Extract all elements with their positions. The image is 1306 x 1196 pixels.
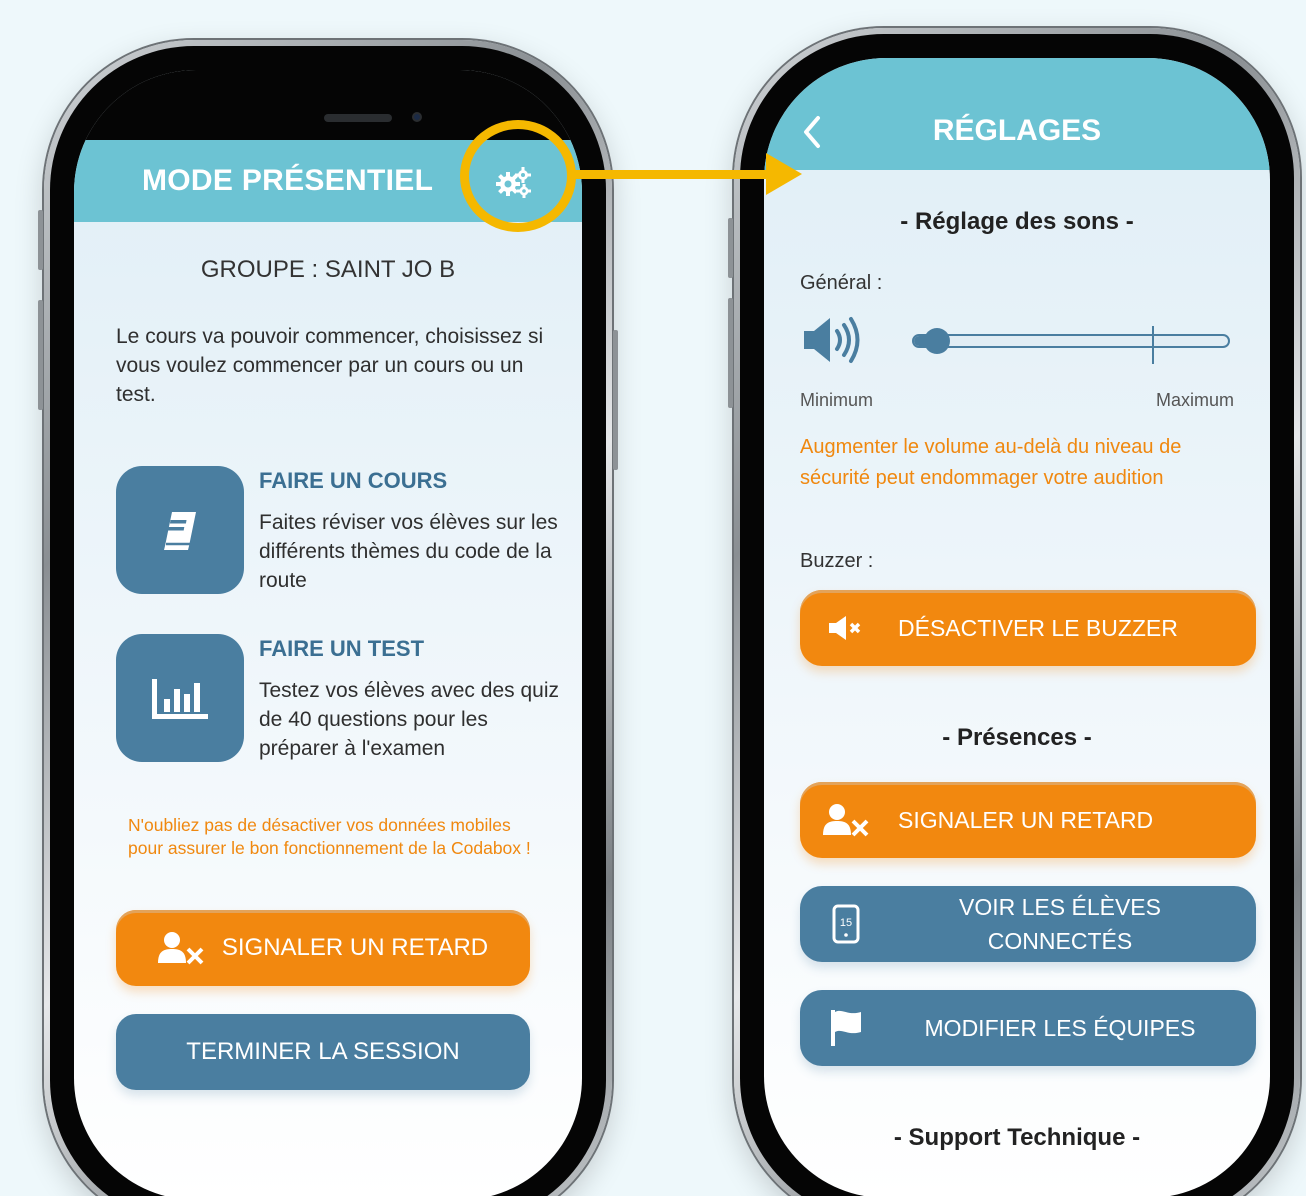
book-icon xyxy=(164,512,196,550)
phone-side-button xyxy=(613,330,618,470)
safety-threshold-marker xyxy=(1152,326,1154,364)
header-bar: RÉGLAGES xyxy=(764,58,1270,170)
user-remove-icon xyxy=(157,932,204,965)
phone-right: RÉGLAGES - Réglage des sons - Général : … xyxy=(728,28,1300,1196)
phone-side-button xyxy=(728,218,733,278)
phone-side-button xyxy=(38,300,43,410)
page-title: MODE PRÉSENTIEL xyxy=(142,164,434,197)
screen-left: MODE PRÉSENTIEL GROUPE: SAINT JO B Le c… xyxy=(74,70,582,1196)
phone-bezel: RÉGLAGES - Réglage des sons - Général : … xyxy=(740,34,1294,1196)
flag-icon xyxy=(831,1010,861,1046)
support-section-title: - Support Technique - xyxy=(893,1124,1141,1151)
report-late-button[interactable]: SIGNALER UN RETARD xyxy=(800,782,1256,858)
front-camera xyxy=(412,112,422,122)
screen-right: RÉGLAGES - Réglage des sons - Général : … xyxy=(764,58,1270,1196)
phone-side-button xyxy=(38,210,43,270)
annotation-arrow-line xyxy=(572,170,772,179)
end-session-label: TERMINER LA SESSION xyxy=(186,1038,460,1065)
phone-side-button xyxy=(728,298,733,408)
volume-slider-thumb[interactable] xyxy=(924,328,950,354)
presence-section-title: - Présences - xyxy=(942,724,1092,751)
general-volume-label: Général : xyxy=(800,272,883,294)
page-title: RÉGLAGES xyxy=(932,114,1102,147)
report-late-label: SIGNALER UN RETARD xyxy=(898,807,1154,833)
bar-chart-icon xyxy=(152,679,208,719)
report-late-button[interactable]: SIGNALER UN RETARD xyxy=(116,910,530,986)
connected-students-label: VOIR LES ÉLÈVES CONNECTÉS xyxy=(892,890,1256,958)
course-mode-button[interactable] xyxy=(116,466,244,594)
course-mode-card[interactable]: FAIRE UN COURS Faites réviser vos élèves… xyxy=(116,466,558,596)
buzzer-label: Buzzer : xyxy=(800,550,874,572)
annotation-arrow-head xyxy=(766,153,802,195)
highlight-circle xyxy=(460,120,576,232)
connected-students-label-line2: CONNECTÉS xyxy=(987,928,1133,954)
disable-buzzer-button[interactable]: DÉSACTIVER LE BUZZER xyxy=(800,590,1256,666)
speaker-mute-icon xyxy=(829,616,861,640)
mobile-data-warning: N'oubliez pas de désactiver vos données … xyxy=(128,815,531,858)
volume-min-label: Minimum xyxy=(800,390,874,410)
volume-warning: Augmenter le volume au-delà du niveau de… xyxy=(800,436,1182,489)
test-mode-description: Testez vos élèves avec des quiz de 40 qu… xyxy=(259,679,559,760)
tablet-icon-number: 15 xyxy=(840,917,852,929)
connected-students-button[interactable]: 15 VOIR LES ÉLÈVES CONNECTÉS xyxy=(800,886,1256,962)
edit-teams-label: MODIFIER LES ÉQUIPES xyxy=(924,1015,1196,1041)
speaker-volume-icon[interactable] xyxy=(802,314,866,366)
volume-max-label: Maximum xyxy=(1155,390,1234,410)
connected-students-label-line1: VOIR LES ÉLÈVES xyxy=(959,894,1161,920)
tablet-icon: 15 xyxy=(832,904,860,944)
course-mode-description: Faites réviser vos élèves sur les différ… xyxy=(259,511,558,592)
intro-text: Le cours va pouvoir commencer, choisisse… xyxy=(116,325,544,406)
volume-slider[interactable] xyxy=(912,334,1230,348)
course-mode-title[interactable]: FAIRE UN COURS xyxy=(259,468,447,494)
end-session-button[interactable]: TERMINER LA SESSION xyxy=(116,1014,530,1090)
test-mode-card[interactable]: FAIRE UN TEST Testez vos élèves avec des… xyxy=(116,634,559,764)
test-mode-title[interactable]: FAIRE UN TEST xyxy=(259,636,424,662)
group-label: GROUPE : SAINT JO B xyxy=(200,256,456,283)
disable-buzzer-label: DÉSACTIVER LE BUZZER xyxy=(898,615,1178,641)
speaker-grille xyxy=(324,114,392,122)
edit-teams-button[interactable]: MODIFIER LES ÉQUIPES xyxy=(800,990,1256,1066)
test-mode-button[interactable] xyxy=(116,634,244,762)
sound-section-title: - Réglage des sons - xyxy=(900,208,1134,235)
user-remove-icon xyxy=(823,804,869,837)
report-late-label: SIGNALER UN RETARD xyxy=(221,934,489,961)
